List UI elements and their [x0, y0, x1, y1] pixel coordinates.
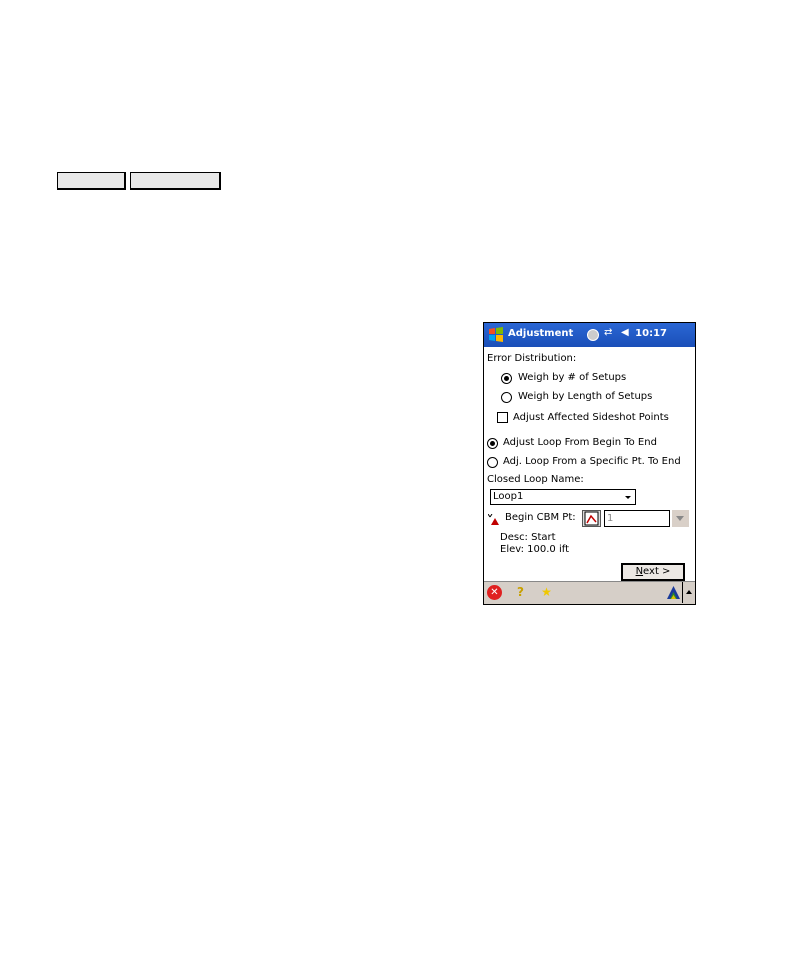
- favorites-star-icon[interactable]: ★: [539, 585, 554, 600]
- closed-loop-name-label: Closed Loop Name:: [487, 474, 584, 485]
- loop-specific-radio[interactable]: [487, 457, 498, 468]
- chevron-down-icon: [625, 496, 631, 499]
- weigh-length-radio[interactable]: [501, 392, 512, 403]
- sync-icon[interactable]: [587, 329, 599, 341]
- carlson-logo-icon[interactable]: [666, 585, 681, 600]
- closed-loop-select[interactable]: Loop1: [490, 489, 636, 505]
- help-icon[interactable]: ?: [513, 585, 528, 600]
- begin-cbm-point-input[interactable]: 1: [604, 510, 670, 527]
- weigh-setups-radio[interactable]: [501, 373, 512, 384]
- adjust-sideshots-label[interactable]: Adjust Affected Sideshot Points: [513, 412, 669, 423]
- close-icon[interactable]: ✕: [487, 585, 502, 600]
- closed-loop-value: Loop1: [493, 491, 524, 502]
- next-button[interactable]: Next >: [621, 563, 685, 581]
- loop-begin-end-label[interactable]: Adjust Loop From Begin To End: [503, 437, 657, 448]
- window-title: Adjustment: [508, 328, 574, 339]
- bottom-toolbar: ✕ ? ★: [484, 581, 695, 604]
- pocketpc-window: Adjustment ⇄ ◀︎ 10:17 Error Distribution…: [483, 322, 696, 605]
- tab-2[interactable]: [130, 172, 221, 190]
- loop-specific-label[interactable]: Adj. Loop From a Specific Pt. To End: [503, 456, 681, 467]
- begin-cbm-dropdown-button[interactable]: [672, 510, 689, 527]
- weigh-setups-label[interactable]: Weigh by # of Setups: [518, 372, 626, 383]
- windows-start-flag-icon[interactable]: [487, 326, 505, 344]
- begin-cbm-label: Begin CBM Pt:: [505, 512, 576, 523]
- tab-1[interactable]: [57, 172, 126, 190]
- loop-begin-end-radio[interactable]: [487, 438, 498, 449]
- title-bar: Adjustment ⇄ ◀︎ 10:17: [484, 323, 695, 347]
- next-label: ext >: [643, 566, 671, 577]
- connectivity-icon[interactable]: ⇄: [604, 327, 612, 338]
- next-accel: N: [635, 566, 644, 577]
- elev-text: Elev: 100.0 ift: [500, 544, 570, 555]
- weigh-length-label[interactable]: Weigh by Length of Setups: [518, 391, 652, 402]
- speaker-icon[interactable]: ◀︎: [621, 327, 629, 338]
- pick-point-map-button[interactable]: [582, 510, 601, 527]
- scroll-up-icon[interactable]: [682, 582, 695, 603]
- clock[interactable]: 10:17: [635, 328, 667, 339]
- benchmark-icon: [487, 511, 500, 525]
- desc-text: Desc: Start: [500, 532, 556, 543]
- adjust-sideshots-checkbox[interactable]: [497, 412, 508, 423]
- error-distribution-label: Error Distribution:: [487, 353, 577, 364]
